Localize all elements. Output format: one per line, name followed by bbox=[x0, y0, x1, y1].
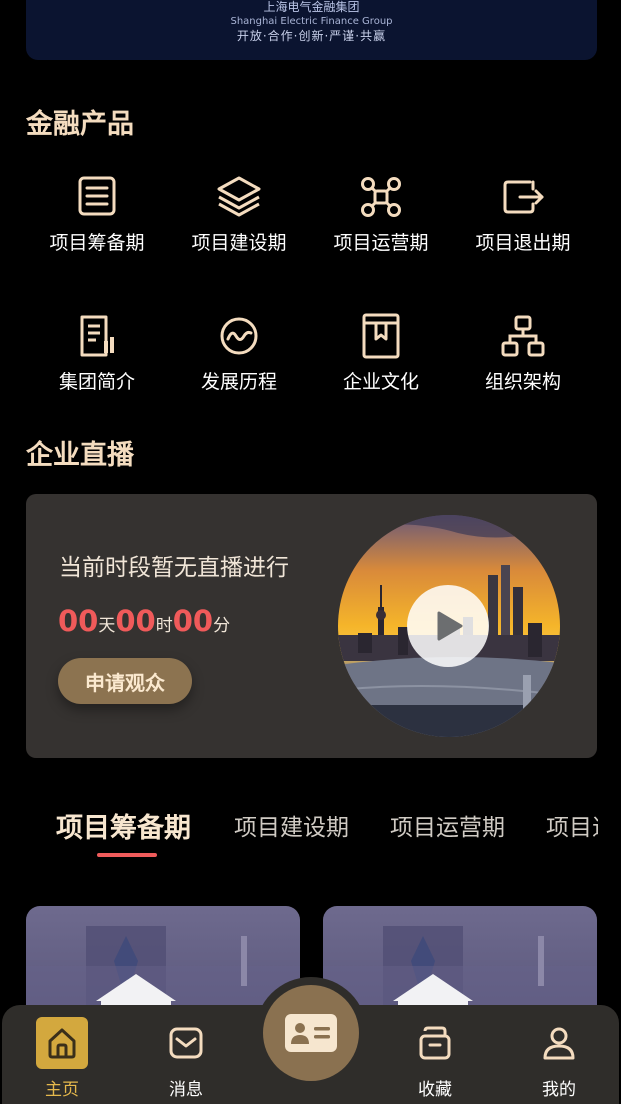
home-icon bbox=[48, 1028, 76, 1059]
nav-item-profile[interactable]: 我的 bbox=[522, 1017, 596, 1100]
nav-icon-wrap bbox=[409, 1017, 461, 1069]
product-item-label: 企业文化 bbox=[342, 371, 419, 393]
finance-products-title: 金融产品 bbox=[26, 109, 134, 140]
live-section-title: 企业直播 bbox=[26, 440, 134, 471]
product-item-org-structure[interactable]: 组织架构 bbox=[452, 311, 594, 394]
nav-label-favorites: 收藏 bbox=[418, 1080, 452, 1100]
layers-icon bbox=[217, 176, 261, 217]
product-item-culture[interactable]: 企业文化 bbox=[310, 311, 452, 394]
product-item-label: 项目退出期 bbox=[475, 232, 571, 254]
org-chart-icon bbox=[501, 315, 545, 357]
trend-wave-icon bbox=[220, 317, 258, 355]
nav-item-favorites[interactable]: 收藏 bbox=[398, 1017, 472, 1100]
live-countdown: 00天00时00分 bbox=[58, 604, 230, 638]
nav-icon-wrap bbox=[36, 1017, 88, 1069]
banner-company-en: Shanghai Electric Finance Group bbox=[230, 16, 393, 27]
nav-icon-wrap bbox=[160, 1017, 212, 1069]
banner-company-cn: 上海电气金融集团 bbox=[263, 0, 360, 14]
product-item-label: 集团简介 bbox=[58, 371, 135, 393]
countdown-hours: 00 bbox=[115, 604, 156, 638]
product-item-label: 项目运营期 bbox=[333, 232, 429, 254]
play-button[interactable] bbox=[407, 585, 489, 667]
active-tab-indicator bbox=[97, 853, 157, 857]
product-item-label: 项目筹备期 bbox=[49, 232, 145, 254]
play-icon bbox=[437, 611, 463, 641]
nav-label-messages: 消息 bbox=[169, 1080, 203, 1100]
product-item-group-intro[interactable]: 集团简介 bbox=[26, 311, 168, 394]
product-item-history[interactable]: 发展历程 bbox=[168, 311, 310, 394]
product-item-construction[interactable]: 项目建设期 bbox=[168, 172, 310, 255]
live-status-message: 当前时段暂无直播进行 bbox=[59, 555, 289, 581]
apply-audience-button[interactable]: 申请观众 bbox=[58, 658, 192, 704]
nav-label-home: 主页 bbox=[45, 1080, 79, 1100]
network-nodes-icon bbox=[361, 177, 401, 217]
archive-icon bbox=[419, 1026, 451, 1060]
tab-exit[interactable]: 项目退出期 bbox=[546, 808, 598, 842]
countdown-hours-unit: 时 bbox=[155, 616, 173, 636]
product-item-label: 项目建设期 bbox=[191, 232, 287, 254]
product-item-label: 发展历程 bbox=[200, 371, 277, 393]
countdown-days: 00 bbox=[58, 604, 99, 638]
product-item-label: 组织架构 bbox=[484, 371, 561, 393]
banner-slogan: 开放·合作·创新·严谨·共赢 bbox=[236, 29, 387, 43]
product-item-exit[interactable]: 项目退出期 bbox=[452, 172, 594, 255]
product-item-preparation[interactable]: 项目筹备期 bbox=[26, 172, 168, 255]
product-item-operation[interactable]: 项目运营期 bbox=[310, 172, 452, 255]
id-card-icon bbox=[285, 1014, 337, 1052]
top-banner[interactable]: 上海电气金融集团 Shanghai Electric Finance Group… bbox=[26, 0, 597, 60]
countdown-minutes-unit: 分 bbox=[213, 616, 231, 636]
exit-icon bbox=[503, 180, 544, 214]
tab-operation[interactable]: 项目运营期 bbox=[390, 808, 505, 842]
countdown-minutes: 00 bbox=[172, 604, 214, 638]
tab-preparation[interactable]: 项目筹备期 bbox=[56, 806, 191, 845]
user-icon bbox=[543, 1027, 575, 1060]
nav-label-profile: 我的 bbox=[542, 1080, 576, 1100]
book-icon bbox=[362, 313, 400, 359]
live-card: 当前时段暂无直播进行 00天00时00分 申请观众 bbox=[26, 494, 597, 758]
countdown-days-unit: 天 bbox=[98, 616, 116, 636]
stage-tabs: 项目筹备期 项目建设期 项目运营期 项目退出期 bbox=[0, 800, 598, 870]
nav-item-messages[interactable]: 消息 bbox=[149, 1017, 223, 1100]
message-icon bbox=[169, 1027, 203, 1059]
document-list-icon bbox=[78, 176, 116, 216]
nav-item-home[interactable]: 主页 bbox=[25, 1017, 99, 1100]
report-icon bbox=[80, 315, 114, 357]
tab-construction[interactable]: 项目建设期 bbox=[234, 808, 349, 842]
nav-icon-wrap bbox=[533, 1017, 585, 1069]
center-id-card-button[interactable] bbox=[263, 985, 359, 1081]
